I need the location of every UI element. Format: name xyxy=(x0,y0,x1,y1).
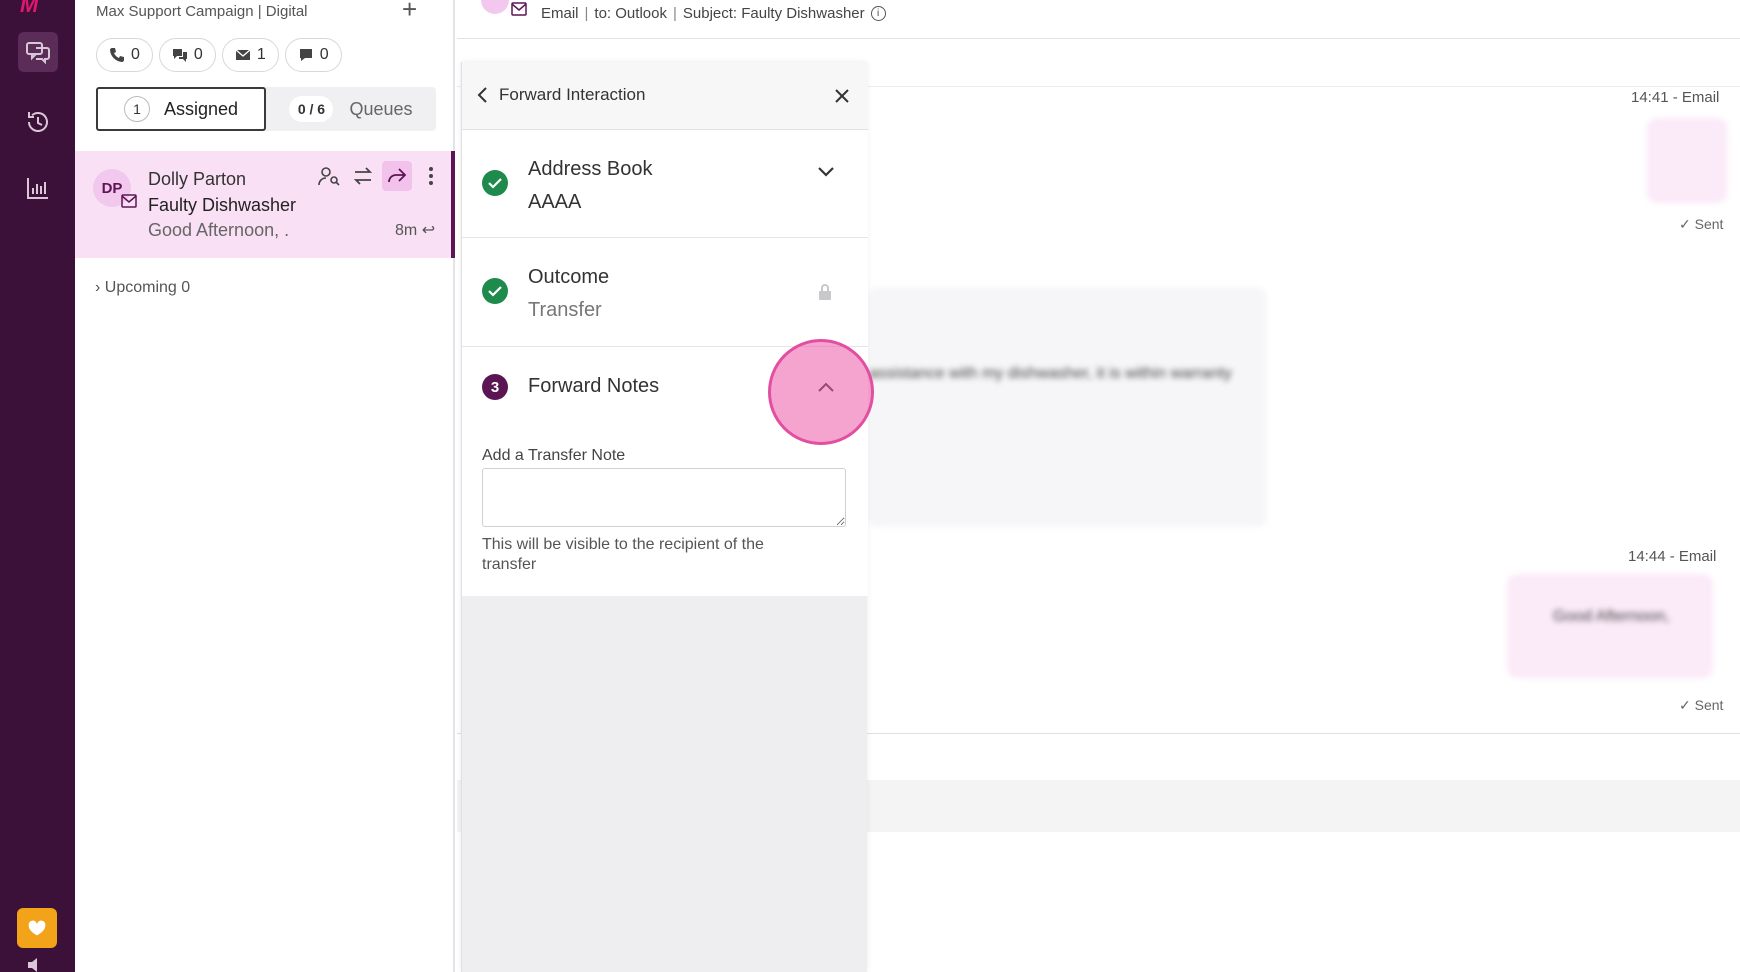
upcoming-label: Upcoming 0 xyxy=(104,279,191,296)
kebab-menu-icon xyxy=(429,167,433,185)
message-bubble xyxy=(1647,118,1727,203)
info-icon[interactable]: i xyxy=(870,6,886,21)
email-counter[interactable]: 1 xyxy=(221,38,279,72)
tab-assigned-label: Assigned xyxy=(163,98,239,119)
check-icon xyxy=(482,170,508,196)
phone-icon xyxy=(110,48,124,62)
panel-title: Forward Interaction xyxy=(499,85,646,104)
more-options-button[interactable] xyxy=(416,161,446,191)
header-separator: | xyxy=(672,5,677,22)
message-counter[interactable]: 0 xyxy=(284,38,342,72)
message-icon xyxy=(299,49,312,61)
phone-counter[interactable]: 0 xyxy=(96,38,153,72)
outgoing-message-text: Good Afternoon, xyxy=(1553,608,1670,625)
transfer-button[interactable] xyxy=(348,161,378,191)
history-nav-icon[interactable] xyxy=(18,102,58,142)
upcoming-toggle[interactable]: › Upcoming 0 xyxy=(95,279,190,297)
step-forward-notes-label: Forward Notes xyxy=(528,375,660,397)
transfer-note-label: Add a Transfer Note xyxy=(482,447,626,464)
message-status-label: Sent xyxy=(1694,697,1724,713)
age-value: 8m xyxy=(395,222,418,239)
step-number-badge: 3 xyxy=(482,374,508,400)
card-actions xyxy=(314,161,446,191)
tab-queues-label: Queues xyxy=(349,98,413,119)
message-preview: Good Afternoon, . xyxy=(148,220,290,240)
add-interaction-button[interactable]: + xyxy=(402,0,417,25)
email-channel-icon xyxy=(121,194,137,208)
transfer-note-help: This will be visible to the recipient of… xyxy=(482,536,764,573)
list-tabs: 1 Assigned 0 / 6 Queues xyxy=(96,87,436,131)
chat-count: 0 xyxy=(193,46,203,63)
conversations-nav-icon[interactable] xyxy=(18,32,58,72)
contact-name: Dolly Parton xyxy=(148,169,247,189)
incoming-message-bubble xyxy=(867,287,1267,527)
forward-button[interactable] xyxy=(382,161,412,191)
header-subject: Subject: Faulty Dishwasher xyxy=(682,5,865,22)
interaction-subject: Faulty Dishwasher xyxy=(148,195,297,215)
tab-queues[interactable]: 0 / 6 Queues xyxy=(266,87,436,131)
step-address-book[interactable]: Address Book AAAA xyxy=(462,130,868,238)
chat-counter[interactable]: 0 xyxy=(158,38,216,72)
mail-icon xyxy=(235,49,251,60)
message-timestamp: 14:44 - Email xyxy=(1628,548,1717,565)
interaction-age: 8m ↩ xyxy=(395,220,435,240)
reply-icon: ↩ xyxy=(421,222,436,239)
interaction-card[interactable]: DP Dolly Parton Faulty Dishwasher Good A… xyxy=(75,151,455,258)
header-mail-icon xyxy=(511,2,527,16)
app-rail: M xyxy=(0,0,75,972)
transfer-note-input[interactable] xyxy=(482,468,846,527)
back-chevron-icon[interactable] xyxy=(476,86,490,104)
step-outcome-label: Outcome xyxy=(528,266,610,288)
header-divider xyxy=(457,38,1740,39)
app-logo: M xyxy=(20,0,39,17)
tab-assigned[interactable]: 1 Assigned xyxy=(96,87,266,131)
panel-header: Forward Interaction xyxy=(462,62,868,130)
incoming-message-text: assistance with my dishwasher, it is wit… xyxy=(869,365,1232,382)
step-address-book-value: AAAA xyxy=(528,191,582,213)
swap-icon xyxy=(353,167,373,185)
chat-icon xyxy=(172,49,187,62)
click-indicator xyxy=(768,339,874,445)
reports-nav-icon[interactable] xyxy=(18,168,58,208)
check-icon xyxy=(482,278,508,304)
message-timestamp: 14:41 - Email xyxy=(1631,89,1720,106)
lock-icon xyxy=(819,284,831,300)
message-status: ✓ Sent xyxy=(1679,216,1724,232)
header-avatar xyxy=(481,0,509,14)
phone-count: 0 xyxy=(131,46,140,63)
header-separator: | xyxy=(584,5,589,22)
conversation-header: Email | to: Outlook | Subject: Faulty Di… xyxy=(511,2,886,22)
helper-icon[interactable] xyxy=(17,908,57,948)
step-outcome-value: Transfer xyxy=(528,299,602,321)
chevron-down-icon[interactable] xyxy=(817,166,835,178)
chevron-right-icon: › xyxy=(95,279,101,296)
outgoing-message-bubble xyxy=(1507,574,1713,678)
email-count: 1 xyxy=(256,46,266,63)
assigned-count-badge: 1 xyxy=(123,96,150,122)
campaign-label: Max Support Campaign | Digital xyxy=(96,3,308,20)
user-search-icon xyxy=(318,167,340,186)
channel-counters: 0 0 1 0 xyxy=(96,38,342,72)
speaker-icon[interactable] xyxy=(26,958,48,972)
message-count: 0 xyxy=(319,46,329,63)
forward-icon xyxy=(388,168,407,183)
queues-count-badge: 0 / 6 xyxy=(289,96,334,122)
consult-button[interactable] xyxy=(314,161,344,191)
interaction-list-panel: Max Support Campaign | Digital + 0 0 1 0… xyxy=(75,0,455,972)
step-outcome: Outcome Transfer xyxy=(462,238,868,347)
message-status-label: Sent xyxy=(1694,216,1724,232)
step-address-book-label: Address Book xyxy=(528,158,653,180)
close-icon[interactable] xyxy=(834,88,850,104)
header-recipient: to: Outlook xyxy=(594,5,667,22)
forward-interaction-panel: Forward Interaction Address Book AAAA Ou… xyxy=(461,62,868,972)
header-channel: Email xyxy=(541,5,579,22)
message-status: ✓ Sent xyxy=(1679,697,1724,713)
